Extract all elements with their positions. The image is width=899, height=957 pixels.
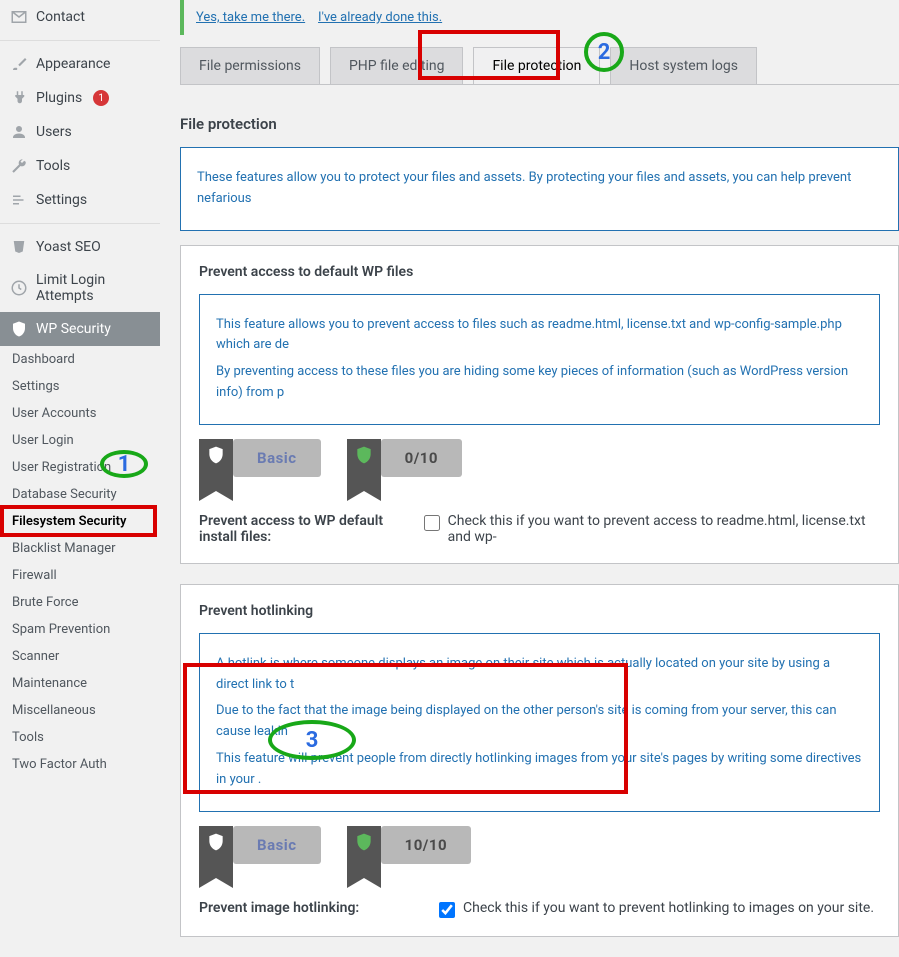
score-badge: 10/10 [381,826,472,864]
admin-sidebar: ContactAppearancePlugins1UsersToolsSetti… [0,0,160,957]
tab-php-file-editing[interactable]: PHP file editing [330,47,463,84]
shield-icon [347,439,381,491]
prevent-hotlinking-checkbox[interactable] [439,902,455,918]
tab-file-permissions[interactable]: File permissions [180,47,320,84]
sidebar-item-users[interactable]: Users [0,115,160,149]
section2-info: A hotlink is where someone displays an i… [199,633,880,812]
shield-icon [347,826,381,878]
badges-row: Basic 0/10 [199,439,880,491]
intro-box: These features allow you to protect your… [180,147,899,231]
tab-file-protection[interactable]: File protection [473,47,600,84]
sidebar-sub-tools[interactable]: Tools [0,724,160,751]
badges-row: Basic 10/10 [199,826,880,878]
section1-info: This feature allows you to prevent acces… [199,294,880,425]
sidebar-sub-scanner[interactable]: Scanner [0,643,160,670]
sidebar-sub-database-security[interactable]: Database Security [0,481,160,508]
notice-link-yes[interactable]: Yes, take me there. [196,10,305,25]
section-prevent-hotlinking: Prevent hotlinking A hotlink is where so… [180,584,899,937]
sidebar-sub-maintenance[interactable]: Maintenance [0,670,160,697]
section-title: Prevent hotlinking [199,603,880,619]
sidebar-sub-blacklist-manager[interactable]: Blacklist Manager [0,535,160,562]
sidebar-sub-miscellaneous[interactable]: Miscellaneous [0,697,160,724]
main-content: Yes, take me there. I've already done th… [160,0,899,957]
shield-icon [199,439,233,491]
section-title: Prevent access to default WP files [199,264,880,280]
setting-label: Prevent image hotlinking: [199,900,399,916]
sidebar-sub-two-factor-auth[interactable]: Two Factor Auth [0,751,160,778]
sidebar-sub-settings[interactable]: Settings [0,373,160,400]
setting-label: Prevent access to WP default install fil… [199,513,384,545]
sidebar-sub-user-accounts[interactable]: User Accounts [0,400,160,427]
score-badge: 0/10 [381,439,462,477]
sidebar-item-contact[interactable]: Contact [0,0,160,34]
checkbox-description: Check this if you want to prevent access… [448,513,880,545]
notice-bar: Yes, take me there. I've already done th… [180,0,899,35]
sidebar-sub-spam-prevention[interactable]: Spam Prevention [0,616,160,643]
sidebar-item-settings[interactable]: Settings [0,183,160,217]
shield-icon [199,826,233,878]
tab-host-system-logs[interactable]: Host system logs [610,47,757,84]
sidebar-sub-firewall[interactable]: Firewall [0,562,160,589]
level-badge: Basic [233,826,321,864]
sidebar-sub-brute-force[interactable]: Brute Force [0,589,160,616]
sidebar-item-plugins[interactable]: Plugins1 [0,81,160,115]
prevent-default-files-checkbox[interactable] [424,515,440,531]
sidebar-item-wp-security[interactable]: WP Security [0,312,160,346]
notice-link-done[interactable]: I've already done this. [318,10,442,25]
sidebar-item-tools[interactable]: Tools [0,149,160,183]
sidebar-item-yoast-seo[interactable]: Yoast SEO [0,230,160,264]
sidebar-sub-filesystem-security[interactable]: Filesystem Security [0,508,160,535]
sidebar-sub-user-login[interactable]: User Login [0,427,160,454]
sidebar-item-appearance[interactable]: Appearance [0,47,160,81]
level-badge: Basic [233,439,321,477]
section-prevent-default-files: Prevent access to default WP files This … [180,245,899,564]
page-title: File protection [180,115,899,133]
settings-tabs: File permissions PHP file editing File pro… [180,47,899,84]
sidebar-item-limit-login-attempts[interactable]: Limit Login Attempts [0,264,160,312]
checkbox-description: Check this if you want to prevent hotlin… [463,900,874,916]
sidebar-sub-user-registration[interactable]: User Registration [0,454,160,481]
sidebar-sub-dashboard[interactable]: Dashboard [0,346,160,373]
